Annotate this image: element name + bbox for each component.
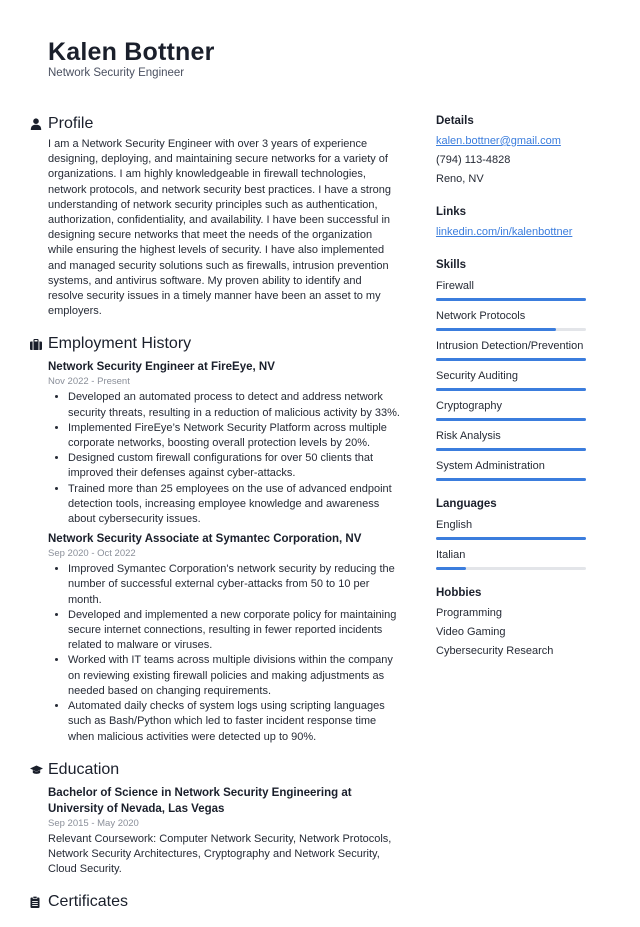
clipboard-icon bbox=[30, 896, 48, 909]
skills-section: Skills Firewall Network Protocols Intrusio… bbox=[436, 257, 586, 481]
language-label: English bbox=[436, 519, 473, 531]
level-bar-track bbox=[436, 328, 586, 331]
resume-title: Network Security Engineer bbox=[48, 67, 185, 79]
job-title: Network Security Engineer at FireEye, NV bbox=[48, 361, 275, 374]
skill-item: Firewall bbox=[436, 276, 586, 301]
certificates-heading: Certificates bbox=[48, 893, 129, 911]
language-item: Italian bbox=[436, 545, 586, 570]
details-section: Details kalen.bottner@gmail.com (794) 11… bbox=[436, 113, 586, 189]
skill-item: Intrusion Detection/Prevention bbox=[436, 336, 586, 361]
employment-section: Employment History Network Security Engi… bbox=[30, 333, 400, 744]
profile-text: I am a Network Security Engineer with ov… bbox=[48, 138, 391, 318]
job-entry: Network Security Engineer at FireEye, NV… bbox=[48, 359, 400, 527]
level-bar-fill bbox=[436, 567, 466, 570]
level-bar-fill bbox=[436, 478, 586, 481]
job-title: Network Security Associate at Symantec C… bbox=[48, 533, 362, 546]
links-section: Links linkedin.com/in/kalenbottner bbox=[436, 204, 586, 242]
profile-heading: Profile bbox=[48, 115, 94, 132]
job-date: Nov 2022 - Present bbox=[48, 376, 130, 388]
language-item: English bbox=[436, 515, 586, 540]
details-heading: Details bbox=[436, 115, 474, 127]
education-heading: Education bbox=[48, 760, 120, 778]
job-entry: Network Security Associate at Symantec C… bbox=[48, 531, 400, 744]
level-bar-track bbox=[436, 567, 586, 570]
skills-heading: Skills bbox=[436, 259, 467, 271]
level-bar-fill bbox=[436, 448, 586, 451]
education-section: Education Bachelor of Science in Network… bbox=[30, 759, 400, 878]
links-heading: Links bbox=[436, 206, 467, 218]
education-date: Sep 2015 - May 2020 bbox=[48, 817, 139, 829]
skill-item: Risk Analysis bbox=[436, 426, 586, 451]
job-bullet: Developed an automated process to detect… bbox=[68, 390, 400, 420]
degree-title: Bachelor of Science in Network Security … bbox=[48, 786, 352, 815]
level-bar-fill bbox=[436, 388, 586, 391]
skill-label: Security Auditing bbox=[436, 370, 518, 382]
education-description: Relevant Coursework: Computer Network Se… bbox=[48, 832, 392, 876]
graduation-cap-icon bbox=[30, 765, 48, 775]
skill-item: System Administration bbox=[436, 456, 586, 481]
job-bullet: Trained more than 25 employees on the us… bbox=[68, 482, 400, 528]
job-bullet: Worked with IT teams across multiple div… bbox=[68, 653, 400, 699]
level-bar-fill bbox=[436, 328, 556, 331]
level-bar-fill bbox=[436, 298, 586, 301]
skill-label: Network Protocols bbox=[436, 310, 526, 322]
level-bar-track bbox=[436, 418, 586, 421]
skill-item: Network Protocols bbox=[436, 306, 586, 331]
job-bullets: Developed an automated process to detect… bbox=[48, 390, 400, 527]
skill-label: System Administration bbox=[436, 460, 545, 472]
linkedin-link[interactable]: linkedin.com/in/kalenbottner bbox=[436, 226, 572, 238]
job-date: Sep 2020 - Oct 2022 bbox=[48, 548, 136, 560]
level-bar-track bbox=[436, 448, 586, 451]
job-bullet: Designed custom firewall configurations … bbox=[68, 451, 400, 481]
languages-section: Languages English Italian bbox=[436, 496, 586, 570]
resume-name: Kalen Bottner bbox=[48, 38, 215, 66]
hobbies-section: Hobbies Programming Video Gaming Cybersecu… bbox=[436, 585, 586, 661]
job-bullet: Automated daily checks of system logs us… bbox=[68, 699, 400, 745]
main-column: Profile I am a Network Security Engineer… bbox=[30, 113, 400, 927]
level-bar-fill bbox=[436, 537, 586, 540]
skill-label: Cryptography bbox=[436, 400, 503, 412]
skill-label: Risk Analysis bbox=[436, 430, 501, 442]
level-bar-track bbox=[436, 358, 586, 361]
language-label: Italian bbox=[436, 549, 466, 561]
skill-label: Firewall bbox=[436, 280, 474, 292]
person-icon bbox=[30, 118, 48, 130]
skill-label: Intrusion Detection/Prevention bbox=[436, 340, 584, 352]
level-bar-fill bbox=[436, 418, 586, 421]
job-bullet: Implemented FireEye’s Network Security P… bbox=[68, 421, 400, 451]
hobby-item: Cybersecurity Research bbox=[436, 645, 554, 657]
location: Reno, NV bbox=[436, 173, 484, 185]
level-bar-track bbox=[436, 388, 586, 391]
level-bar-track bbox=[436, 478, 586, 481]
job-bullet: Developed and implemented a new corporat… bbox=[68, 608, 400, 654]
sidebar-column: Details kalen.bottner@gmail.com (794) 11… bbox=[436, 113, 586, 676]
level-bar-track bbox=[436, 298, 586, 301]
certificates-section: Certificates bbox=[30, 891, 400, 913]
skill-item: Security Auditing bbox=[436, 366, 586, 391]
job-bullet: Improved Symantec Corporation's network … bbox=[68, 562, 400, 608]
employment-heading: Employment History bbox=[48, 335, 192, 353]
phone-number: (794) 113-4828 bbox=[436, 154, 511, 166]
email-link[interactable]: kalen.bottner@gmail.com bbox=[436, 135, 561, 147]
profile-section: Profile I am a Network Security Engineer… bbox=[30, 113, 400, 319]
briefcase-icon bbox=[30, 338, 48, 350]
skill-item: Cryptography bbox=[436, 396, 586, 421]
hobby-item: Video Gaming bbox=[436, 626, 506, 638]
languages-heading: Languages bbox=[436, 498, 497, 510]
job-bullets: Improved Symantec Corporation's network … bbox=[48, 562, 400, 744]
hobby-item: Programming bbox=[436, 607, 503, 619]
hobbies-heading: Hobbies bbox=[436, 587, 482, 599]
level-bar-track bbox=[436, 537, 586, 540]
level-bar-fill bbox=[436, 358, 586, 361]
